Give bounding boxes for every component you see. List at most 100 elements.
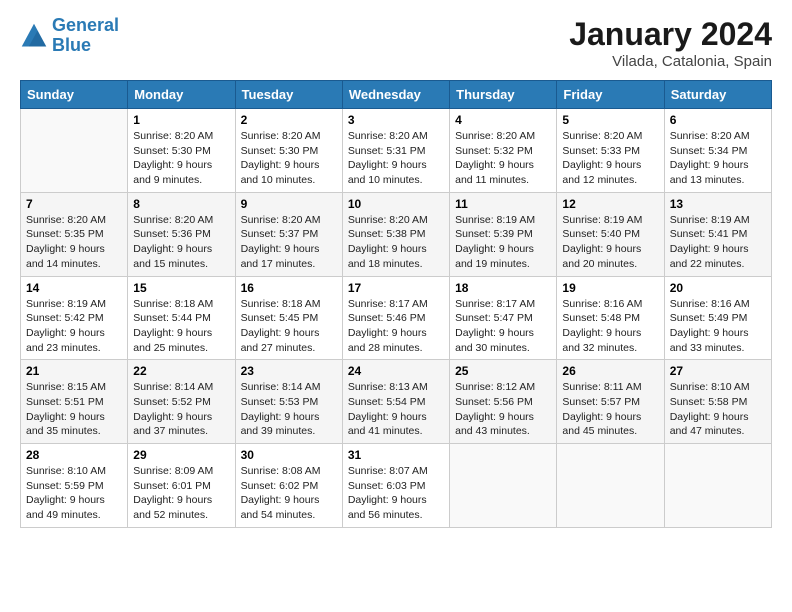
day-number: 27 xyxy=(670,364,766,378)
day-info: Sunrise: 8:16 AMSunset: 5:49 PMDaylight:… xyxy=(670,297,766,356)
logo-text: General Blue xyxy=(52,16,119,56)
day-cell: 8 Sunrise: 8:20 AMSunset: 5:36 PMDaylight… xyxy=(128,192,235,276)
day-info: Sunrise: 8:19 AMSunset: 5:42 PMDaylight:… xyxy=(26,297,122,356)
day-info: Sunrise: 8:17 AMSunset: 5:46 PMDaylight:… xyxy=(348,297,444,356)
day-info: Sunrise: 8:20 AMSunset: 5:38 PMDaylight:… xyxy=(348,213,444,272)
day-number: 12 xyxy=(562,197,658,211)
day-cell: 13 Sunrise: 8:19 AMSunset: 5:41 PMDayligh… xyxy=(664,192,771,276)
day-cell: 22 Sunrise: 8:14 AMSunset: 5:52 PMDayligh… xyxy=(128,360,235,444)
day-info: Sunrise: 8:20 AMSunset: 5:35 PMDaylight:… xyxy=(26,213,122,272)
day-info: Sunrise: 8:10 AMSunset: 5:58 PMDaylight:… xyxy=(670,380,766,439)
col-header-tuesday: Tuesday xyxy=(235,81,342,109)
day-cell: 11 Sunrise: 8:19 AMSunset: 5:39 PMDayligh… xyxy=(450,192,557,276)
title-block: January 2024 Vilada, Catalonia, Spain xyxy=(569,16,772,70)
subtitle: Vilada, Catalonia, Spain xyxy=(569,53,772,70)
day-number: 23 xyxy=(241,364,337,378)
day-info: Sunrise: 8:18 AMSunset: 5:45 PMDaylight:… xyxy=(241,297,337,356)
logo-line2: Blue xyxy=(52,35,91,55)
day-info: Sunrise: 8:13 AMSunset: 5:54 PMDaylight:… xyxy=(348,380,444,439)
day-cell: 23 Sunrise: 8:14 AMSunset: 5:53 PMDayligh… xyxy=(235,360,342,444)
day-number: 17 xyxy=(348,281,444,295)
day-cell: 4Sunrise: 8:20 AMSunset: 5:32 PMDaylight… xyxy=(450,109,557,193)
day-info: Sunrise: 8:10 AMSunset: 5:59 PMDaylight:… xyxy=(26,464,122,523)
page: General Blue January 2024 Vilada, Catalo… xyxy=(0,0,792,612)
day-number: 5 xyxy=(562,113,658,127)
week-row-5: 28 Sunrise: 8:10 AMSunset: 5:59 PMDayligh… xyxy=(21,444,772,528)
day-info: Sunrise: 8:15 AMSunset: 5:51 PMDaylight:… xyxy=(26,380,122,439)
day-number: 9 xyxy=(241,197,337,211)
day-cell: 17 Sunrise: 8:17 AMSunset: 5:46 PMDayligh… xyxy=(342,276,449,360)
week-row-1: 1 Sunrise: 8:20 AMSunset: 5:30 PMDaylight… xyxy=(21,109,772,193)
day-number: 21 xyxy=(26,364,122,378)
day-info: Sunrise: 8:19 AMSunset: 5:39 PMDaylight:… xyxy=(455,213,551,272)
day-number: 15 xyxy=(133,281,229,295)
day-info: Sunrise: 8:14 AMSunset: 5:52 PMDaylight:… xyxy=(133,380,229,439)
col-header-friday: Friday xyxy=(557,81,664,109)
day-number: 1 xyxy=(133,113,229,127)
day-cell: 30Sunrise: 8:08 AMSunset: 6:02 PMDayligh… xyxy=(235,444,342,528)
day-number: 20 xyxy=(670,281,766,295)
day-number: 6 xyxy=(670,113,766,127)
logo-line1: General xyxy=(52,15,119,35)
day-info: Sunrise: 8:14 AMSunset: 5:53 PMDaylight:… xyxy=(241,380,337,439)
day-info: Sunrise: 8:16 AMSunset: 5:48 PMDaylight:… xyxy=(562,297,658,356)
day-info: Sunrise: 8:19 AMSunset: 5:40 PMDaylight:… xyxy=(562,213,658,272)
day-cell xyxy=(557,444,664,528)
day-number: 7 xyxy=(26,197,122,211)
col-header-thursday: Thursday xyxy=(450,81,557,109)
day-number: 16 xyxy=(241,281,337,295)
day-number: 11 xyxy=(455,197,551,211)
day-number: 19 xyxy=(562,281,658,295)
day-cell: 2 Sunrise: 8:20 AMSunset: 5:30 PMDaylight… xyxy=(235,109,342,193)
day-number: 10 xyxy=(348,197,444,211)
day-cell: 15 Sunrise: 8:18 AMSunset: 5:44 PMDayligh… xyxy=(128,276,235,360)
week-row-4: 21 Sunrise: 8:15 AMSunset: 5:51 PMDayligh… xyxy=(21,360,772,444)
day-cell: 29 Sunrise: 8:09 AMSunset: 6:01 PMDayligh… xyxy=(128,444,235,528)
day-number: 4 xyxy=(455,113,551,127)
day-number: 13 xyxy=(670,197,766,211)
day-number: 18 xyxy=(455,281,551,295)
header: General Blue January 2024 Vilada, Catalo… xyxy=(20,16,772,70)
day-info: Sunrise: 8:20 AMSunset: 5:37 PMDaylight:… xyxy=(241,213,337,272)
day-cell: 9 Sunrise: 8:20 AMSunset: 5:37 PMDaylight… xyxy=(235,192,342,276)
day-cell: 19 Sunrise: 8:16 AMSunset: 5:48 PMDayligh… xyxy=(557,276,664,360)
header-row: SundayMondayTuesdayWednesdayThursdayFrid… xyxy=(21,81,772,109)
main-title: January 2024 xyxy=(569,16,772,53)
day-cell: 24Sunrise: 8:13 AMSunset: 5:54 PMDayligh… xyxy=(342,360,449,444)
day-cell: 31Sunrise: 8:07 AMSunset: 6:03 PMDayligh… xyxy=(342,444,449,528)
day-info: Sunrise: 8:20 AMSunset: 5:31 PMDaylight:… xyxy=(348,129,444,188)
week-row-3: 14Sunrise: 8:19 AMSunset: 5:42 PMDayligh… xyxy=(21,276,772,360)
day-number: 28 xyxy=(26,448,122,462)
day-number: 3 xyxy=(348,113,444,127)
logo: General Blue xyxy=(20,16,119,56)
day-cell xyxy=(664,444,771,528)
day-cell: 10 Sunrise: 8:20 AMSunset: 5:38 PMDayligh… xyxy=(342,192,449,276)
day-info: Sunrise: 8:19 AMSunset: 5:41 PMDaylight:… xyxy=(670,213,766,272)
day-info: Sunrise: 8:20 AMSunset: 5:30 PMDaylight:… xyxy=(241,129,337,188)
day-cell: 16 Sunrise: 8:18 AMSunset: 5:45 PMDayligh… xyxy=(235,276,342,360)
day-cell: 20 Sunrise: 8:16 AMSunset: 5:49 PMDayligh… xyxy=(664,276,771,360)
week-row-2: 7 Sunrise: 8:20 AMSunset: 5:35 PMDaylight… xyxy=(21,192,772,276)
day-number: 8 xyxy=(133,197,229,211)
day-info: Sunrise: 8:18 AMSunset: 5:44 PMDaylight:… xyxy=(133,297,229,356)
day-cell: 28 Sunrise: 8:10 AMSunset: 5:59 PMDayligh… xyxy=(21,444,128,528)
col-header-monday: Monday xyxy=(128,81,235,109)
day-cell xyxy=(21,109,128,193)
day-number: 31 xyxy=(348,448,444,462)
day-number: 29 xyxy=(133,448,229,462)
col-header-sunday: Sunday xyxy=(21,81,128,109)
day-info: Sunrise: 8:20 AMSunset: 5:36 PMDaylight:… xyxy=(133,213,229,272)
day-info: Sunrise: 8:17 AMSunset: 5:47 PMDaylight:… xyxy=(455,297,551,356)
day-info: Sunrise: 8:20 AMSunset: 5:33 PMDaylight:… xyxy=(562,129,658,188)
col-header-saturday: Saturday xyxy=(664,81,771,109)
day-number: 2 xyxy=(241,113,337,127)
day-cell: 3 Sunrise: 8:20 AMSunset: 5:31 PMDaylight… xyxy=(342,109,449,193)
day-number: 22 xyxy=(133,364,229,378)
day-cell: 21 Sunrise: 8:15 AMSunset: 5:51 PMDayligh… xyxy=(21,360,128,444)
day-info: Sunrise: 8:08 AMSunset: 6:02 PMDaylight:… xyxy=(241,464,337,523)
day-info: Sunrise: 8:09 AMSunset: 6:01 PMDaylight:… xyxy=(133,464,229,523)
day-cell: 6Sunrise: 8:20 AMSunset: 5:34 PMDaylight… xyxy=(664,109,771,193)
day-info: Sunrise: 8:12 AMSunset: 5:56 PMDaylight:… xyxy=(455,380,551,439)
day-cell: 27 Sunrise: 8:10 AMSunset: 5:58 PMDayligh… xyxy=(664,360,771,444)
col-header-wednesday: Wednesday xyxy=(342,81,449,109)
